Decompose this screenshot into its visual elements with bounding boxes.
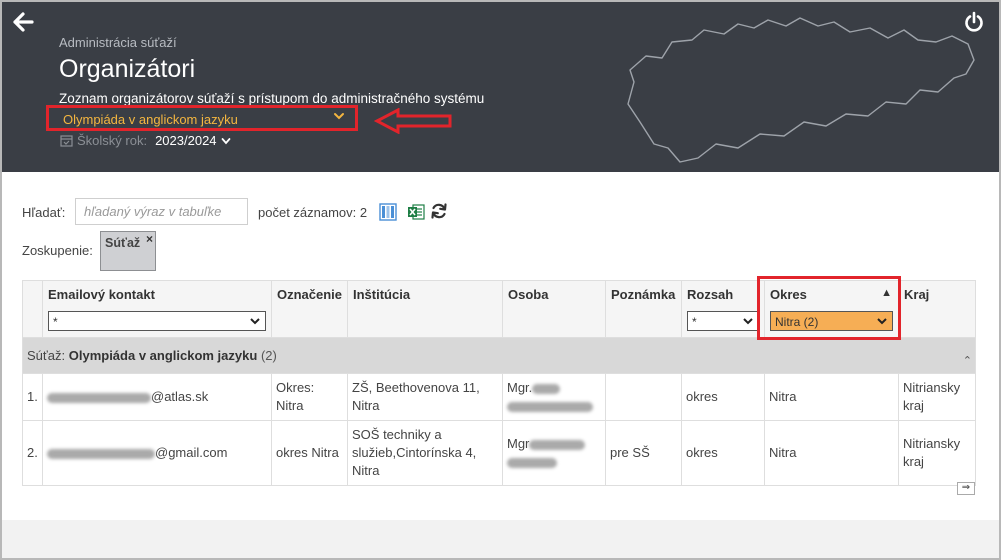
breadcrumb[interactable]: Administrácia súťaží: [59, 35, 177, 50]
osoba-prefix: Mgr.: [507, 380, 533, 395]
okres-filter-value: Nitra (2): [775, 315, 819, 329]
rozsah-filter-select[interactable]: *: [687, 311, 759, 331]
poznamka-cell: pre SŠ: [605, 420, 682, 486]
close-icon[interactable]: ×: [146, 232, 153, 246]
group-name: Olympiáda v anglickom jazyku: [68, 347, 258, 363]
email-filter-select[interactable]: *: [48, 311, 266, 331]
osoba-prefix: Mgr: [507, 436, 530, 451]
column-header-okres[interactable]: ▲ Okres Nitra (2): [764, 280, 899, 338]
search-label: Hľadať:: [22, 205, 66, 220]
redacted-text: [47, 392, 151, 403]
column-header-label: Emailový kontakt: [48, 287, 155, 302]
column-header-label: Okres: [770, 287, 807, 302]
group-prefix: Súťaž:: [27, 347, 69, 363]
table-row[interactable]: 2. @gmail.com okres Nitra SOŠ techniky a…: [22, 420, 976, 486]
calendar-icon: [60, 135, 73, 147]
okres-filter-select[interactable]: Nitra (2): [770, 311, 893, 331]
row-number-header: [22, 280, 43, 338]
school-year-value[interactable]: 2023/2024: [155, 133, 216, 148]
table-header-row: Emailový kontakt * Označenie Inštitúcia …: [22, 280, 976, 338]
okres-cell: Nitra: [764, 373, 899, 421]
chevron-down-icon: [250, 318, 260, 325]
main-content: Hľadať: počet záznamov: 2 Zoskupenie: Sú…: [2, 172, 999, 520]
column-header-oznacenie[interactable]: Označenie: [271, 280, 348, 338]
grouping-chip[interactable]: Súťaž ×: [100, 231, 156, 271]
annotation-arrow-icon: [374, 108, 452, 134]
page-header: Administrácia súťaží Organizátori Zoznam…: [2, 2, 999, 172]
okres-cell: Nitra: [764, 420, 899, 486]
competition-select-value: Olympiáda v anglickom jazyku: [63, 112, 238, 127]
column-header-osoba[interactable]: Osoba: [502, 280, 606, 338]
page-subtitle: Zoznam organizátorov súťaží s prístupom …: [59, 91, 485, 106]
search-input[interactable]: [75, 198, 248, 225]
institucia-cell: ZŠ, Beethovenova 11, Nitra: [347, 373, 503, 421]
chevron-down-icon: [743, 318, 753, 325]
page-title: Organizátori: [59, 55, 196, 83]
rozsah-cell: okres: [681, 373, 765, 421]
column-header-institucia[interactable]: Inštitúcia: [347, 280, 503, 338]
redacted-text: [529, 439, 586, 450]
redacted-text: [507, 401, 593, 412]
collapse-icon[interactable]: ⌃: [963, 352, 972, 370]
excel-export-icon[interactable]: [407, 203, 425, 221]
chevron-down-icon: [221, 137, 230, 144]
chevron-down-icon: [334, 113, 344, 120]
group-count: (2): [260, 347, 277, 363]
chevron-down-icon: [877, 318, 887, 325]
organizers-table: Emailový kontakt * Označenie Inštitúcia …: [22, 280, 976, 486]
column-header-poznamka[interactable]: Poznámka: [605, 280, 682, 338]
poznamka-cell: [605, 373, 682, 421]
column-header-label: Poznámka: [611, 287, 676, 302]
column-header-label: Osoba: [508, 287, 549, 302]
kraj-cell: Nitriansky kraj: [898, 420, 976, 486]
competition-select[interactable]: Olympiáda v anglickom jazyku: [46, 105, 358, 131]
school-year-row[interactable]: Školský rok: 2023/2024: [60, 133, 231, 148]
osoba-cell: Mgr.: [502, 373, 606, 421]
column-header-rozsah[interactable]: Rozsah *: [681, 280, 765, 338]
osoba-cell: Mgr: [502, 420, 606, 486]
columns-icon[interactable]: [379, 203, 397, 221]
email-suffix: @atlas.sk: [151, 389, 209, 404]
kraj-cell: Nitriansky kraj: [898, 373, 976, 421]
power-icon[interactable]: [963, 11, 985, 33]
back-arrow-icon[interactable]: [12, 11, 34, 33]
school-year-label: Školský rok:: [77, 133, 148, 148]
refresh-icon[interactable]: [430, 202, 448, 220]
column-header-label: Inštitúcia: [353, 287, 411, 302]
slovakia-map-outline: [627, 17, 975, 163]
rozsah-filter-value: *: [692, 315, 697, 329]
group-row-cell[interactable]: Súťaž: Olympiáda v anglickom jazyku (2) …: [22, 337, 976, 374]
row-number: 2.: [22, 420, 43, 486]
row-number: 1.: [22, 373, 43, 421]
column-header-label: Kraj: [904, 287, 930, 302]
redacted-text: [507, 457, 557, 468]
column-header-label: Rozsah: [687, 287, 734, 302]
oznacenie-cell: okres Nitra: [271, 420, 348, 486]
column-header-email[interactable]: Emailový kontakt *: [42, 280, 272, 338]
table-row[interactable]: 1. @atlas.sk Okres: Nitra ZŠ, Beethoveno…: [22, 373, 976, 421]
redacted-text: [532, 383, 561, 394]
email-cell: @atlas.sk: [42, 373, 272, 421]
oznacenie-cell: Okres: Nitra: [271, 373, 348, 421]
email-suffix: @gmail.com: [155, 445, 228, 460]
institucia-cell: SOŠ techniky a služieb,Cintorínska 4, Ni…: [347, 420, 503, 486]
column-header-label: Označenie: [277, 287, 343, 302]
email-cell: @gmail.com: [42, 420, 272, 486]
email-filter-value: *: [53, 315, 58, 329]
group-row[interactable]: Súťaž: Olympiáda v anglickom jazyku (2) …: [22, 337, 976, 374]
redacted-text: [47, 448, 155, 459]
grouping-chip-label: Súťaž: [105, 236, 141, 250]
record-count: počet záznamov: 2: [258, 205, 368, 220]
sort-ascending-icon[interactable]: ▲: [881, 287, 892, 299]
grouping-label: Zoskupenie:: [22, 243, 93, 258]
rozsah-cell: okres: [681, 420, 765, 486]
scroll-right-button[interactable]: ⇒: [957, 482, 975, 495]
column-header-kraj[interactable]: Kraj: [898, 280, 976, 338]
